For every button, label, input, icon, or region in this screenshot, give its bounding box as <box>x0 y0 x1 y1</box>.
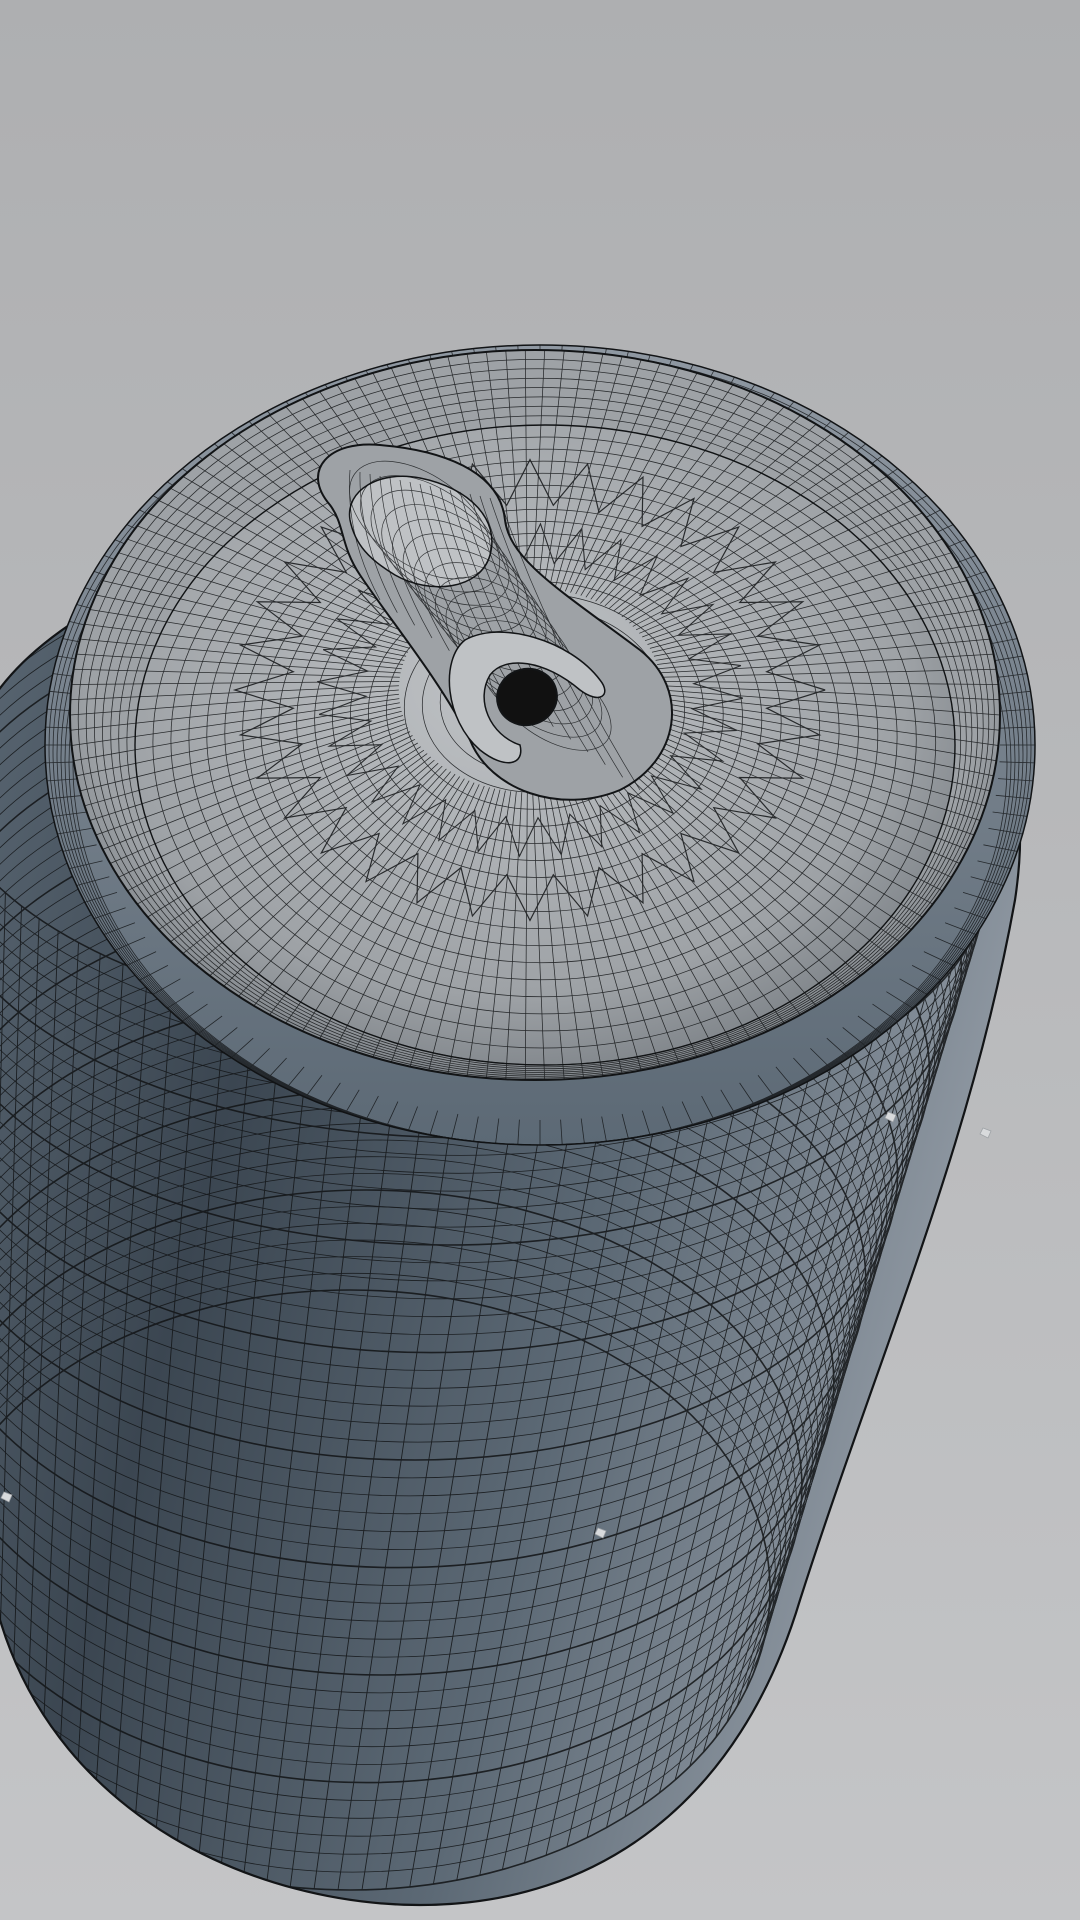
render-viewport <box>0 0 1080 1920</box>
can-wireframe-render <box>0 0 1080 1920</box>
